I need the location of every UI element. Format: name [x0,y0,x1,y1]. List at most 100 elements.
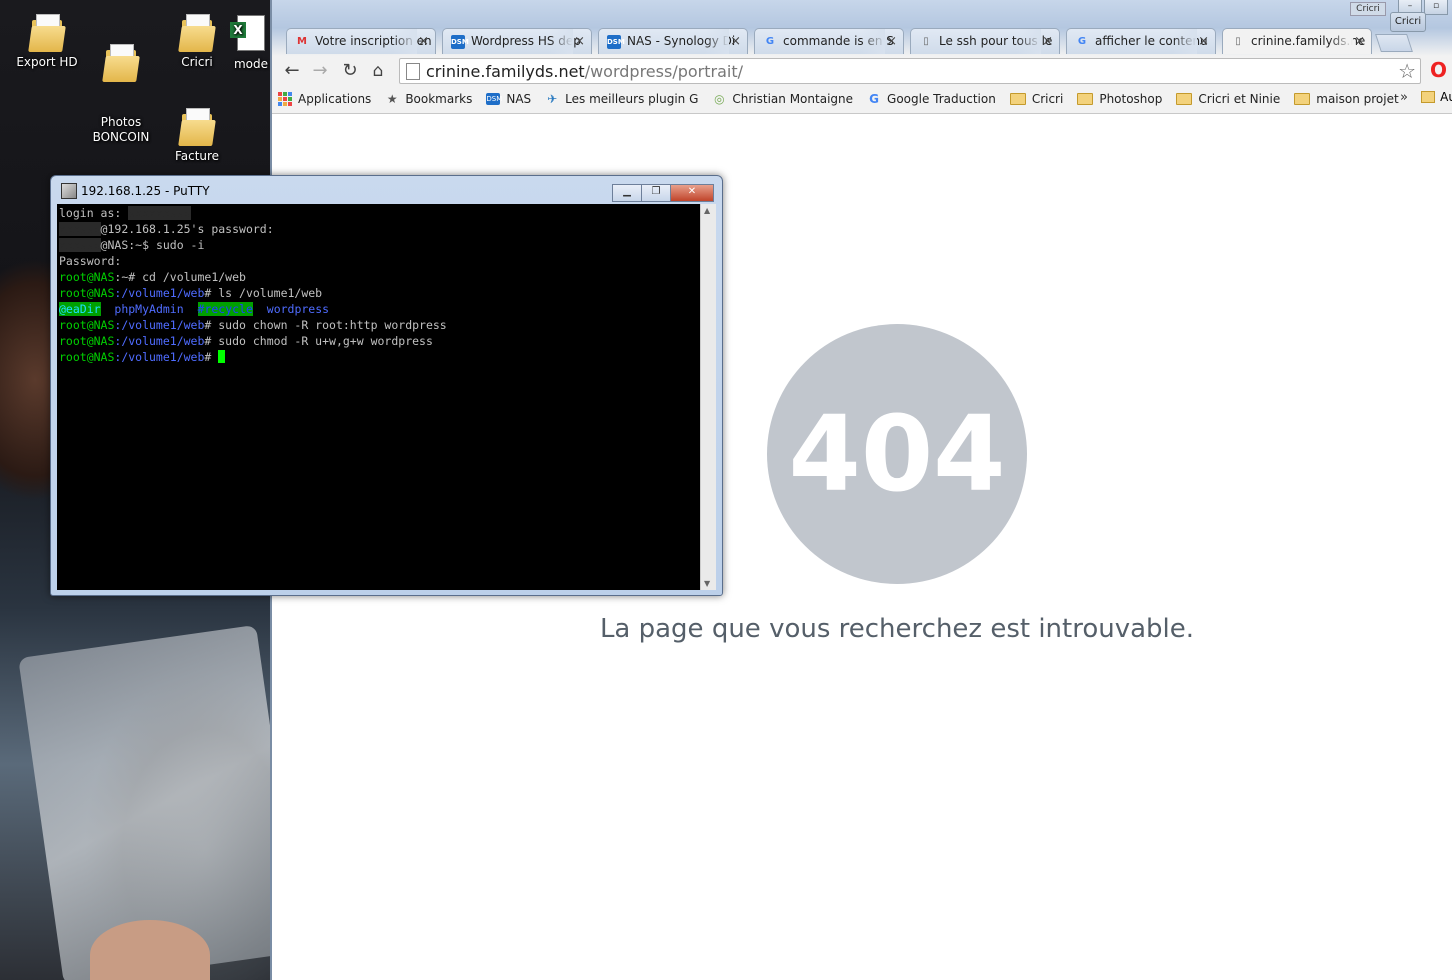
plugin-icon: ✈ [547,92,558,106]
desktop-icon-label: Export HD [16,55,78,69]
excel-file-icon [230,15,265,51]
bookmark-bookmarks[interactable]: ★ Bookmarks [385,92,472,106]
bookmark-folder-photoshop[interactable]: Photoshop [1077,92,1162,106]
scroll-up-icon[interactable]: ▲ [704,206,710,215]
circle-icon: ◎ [714,92,725,106]
bookmark-folder-au[interactable]: Au [1421,90,1452,104]
url-host: crinine.familyds.net [426,62,585,81]
bookmark-label: Applications [298,92,372,106]
putty-window-controls: ▁ ❐ ✕ [612,184,714,202]
bookmark-label: Bookmarks [405,92,473,106]
terminal-line: root@NAS:/volume1/web# ls /volume1/web [59,286,323,300]
bookmark-label: Photoshop [1099,92,1163,106]
bookmark-folder-cricri[interactable]: Cricri [1009,92,1063,106]
terminal-line: @eaDir phpMyAdmin #recycle wordpress [59,302,330,316]
putty-title: 192.168.1.25 - PuTTY [81,184,210,198]
new-tab-button[interactable] [1375,34,1413,52]
tab-nas-synology[interactable]: DSM NAS - Synology Di × [598,28,748,54]
address-bar[interactable]: crinine.familyds.net/wordpress/portrait/… [399,58,1421,84]
redacted-username: xxxxxxxxx [128,206,191,220]
back-arrow-icon[interactable]: ← [280,59,304,83]
bookmark-nas[interactable]: DSM NAS [486,92,531,106]
redacted-username: xxxxxx [59,238,101,252]
terminal-line: root@NAS:/volume1/web# [59,349,698,365]
terminal-line: root@NAS:/volume1/web# sudo chmod -R u+w… [59,334,433,348]
tab-gmail[interactable]: M Votre inscription en × [286,28,436,54]
bookmark-applications[interactable]: Applications [278,92,371,106]
putty-window[interactable]: 192.168.1.25 - PuTTY ▁ ❐ ✕ login as: xxx… [50,175,723,596]
star-bookmark-icon[interactable]: ☆ [1398,59,1416,83]
dsm-icon: DSM [486,93,503,105]
profile-button-behind[interactable]: Cricri [1350,2,1386,16]
tab-wordpress-hs[interactable]: DSM Wordpress HS dep × [442,28,592,54]
bookmark-folder-maison-projet[interactable]: maison projet [1294,92,1399,106]
document-icon: ▯ [1235,36,1241,47]
tab-afficher[interactable]: G afficher le contenu × [1066,28,1216,54]
desktop-icon-export-hd[interactable]: Export HD [14,12,80,70]
terminal-line: Password: [59,254,122,268]
opera-extension-icon[interactable]: O [1430,59,1448,81]
terminal-line: xxxxxx@192.168.1.25's password: [59,222,274,236]
tab-ssh[interactable]: ▯ Le ssh pour tous le × [910,28,1060,54]
bookmarks-overflow-button[interactable]: » [1400,90,1408,105]
desktop-icon-facture[interactable]: Facture [164,106,230,164]
google-icon: G [1077,36,1087,47]
url-path: /wordpress/portrait/ [584,62,743,81]
page-icon [406,63,420,80]
close-icon[interactable]: × [1042,29,1053,54]
translate-icon: G [869,92,879,106]
bookmark-christian-montaigne[interactable]: ◎ Christian Montaigne [712,92,853,106]
desktop-icon-label: Facture [174,149,220,163]
dsm-icon: DSM [451,35,469,49]
close-icon[interactable]: × [1354,29,1365,54]
putty-titlebar[interactable]: 192.168.1.25 - PuTTY [61,183,210,199]
desktop-icon-mode[interactable]: mode [226,12,272,72]
scroll-down-icon[interactable]: ▼ [704,579,710,588]
maximize-button[interactable]: ❐ [641,184,671,202]
tab-commande[interactable]: G commande is en S × [754,28,904,54]
google-icon: G [765,36,775,47]
terminal-line: login as: xxxxxxxxx [59,206,191,220]
terminal-scrollbar[interactable]: ▲ ▼ [700,204,716,590]
folder-icon [178,12,216,52]
redacted-username: xxxxxx [59,222,101,236]
close-icon[interactable]: × [574,29,585,54]
bookmark-label: maison projet [1316,92,1399,106]
tab-crinine-active[interactable]: ▯ crinine.familyds.ne × [1222,28,1372,54]
browser-frame: Cricri – ▫ Cricri M Votre inscription en… [272,0,1452,114]
reload-icon[interactable]: ↻ [338,59,362,83]
document-icon: ▯ [923,36,929,47]
home-icon[interactable]: ⌂ [366,59,390,83]
folder-icon [1077,93,1094,105]
folder-icon [28,12,66,52]
forward-arrow-icon[interactable]: → [308,59,332,83]
folder-icon [1294,93,1311,105]
desktop-icon-label: Photos BONCOIN [92,115,150,144]
terminal-line: xxxxxx@NAS:~$ sudo -i [59,238,205,252]
minimize-button[interactable]: ▁ [612,184,642,202]
putty-app-icon [61,183,77,199]
bookmark-label: Les meilleurs plugin G [565,92,699,106]
folder-icon [1009,93,1026,105]
error-message: La page que vous recherchez est introuva… [599,614,1195,644]
close-icon[interactable]: × [886,29,897,54]
desktop-icon-photos-boncoin[interactable]: Photos BONCOIN [88,12,154,175]
folder-icon [1421,91,1436,103]
desktop-icon-label: Cricri [181,55,213,69]
terminal-line: root@NAS:~# cd /volume1/web [59,270,246,284]
close-icon[interactable]: × [1198,29,1209,54]
bookmark-plugins[interactable]: ✈ Les meilleurs plugin G [545,92,698,106]
close-button[interactable]: ✕ [670,184,714,202]
star-icon: ★ [386,92,398,106]
close-icon[interactable]: × [418,29,429,54]
terminal-line: root@NAS:/volume1/web# sudo chown -R roo… [59,318,447,332]
folder-icon [1176,93,1193,105]
close-icon[interactable]: × [730,29,741,54]
tab-strip: M Votre inscription en × DSM Wordpress H… [286,28,1413,54]
desktop-icon-cricri[interactable]: Cricri [164,12,230,70]
terminal[interactable]: login as: xxxxxxxxx xxxxxx@192.168.1.25's… [57,204,700,590]
bookmark-folder-cricri-ninie[interactable]: Cricri et Ninie [1176,92,1280,106]
maximize-button[interactable]: ▫ [1424,0,1448,15]
bookmark-google-traduction[interactable]: G Google Traduction [867,92,996,106]
desktop-icon-label: mode [233,57,269,71]
